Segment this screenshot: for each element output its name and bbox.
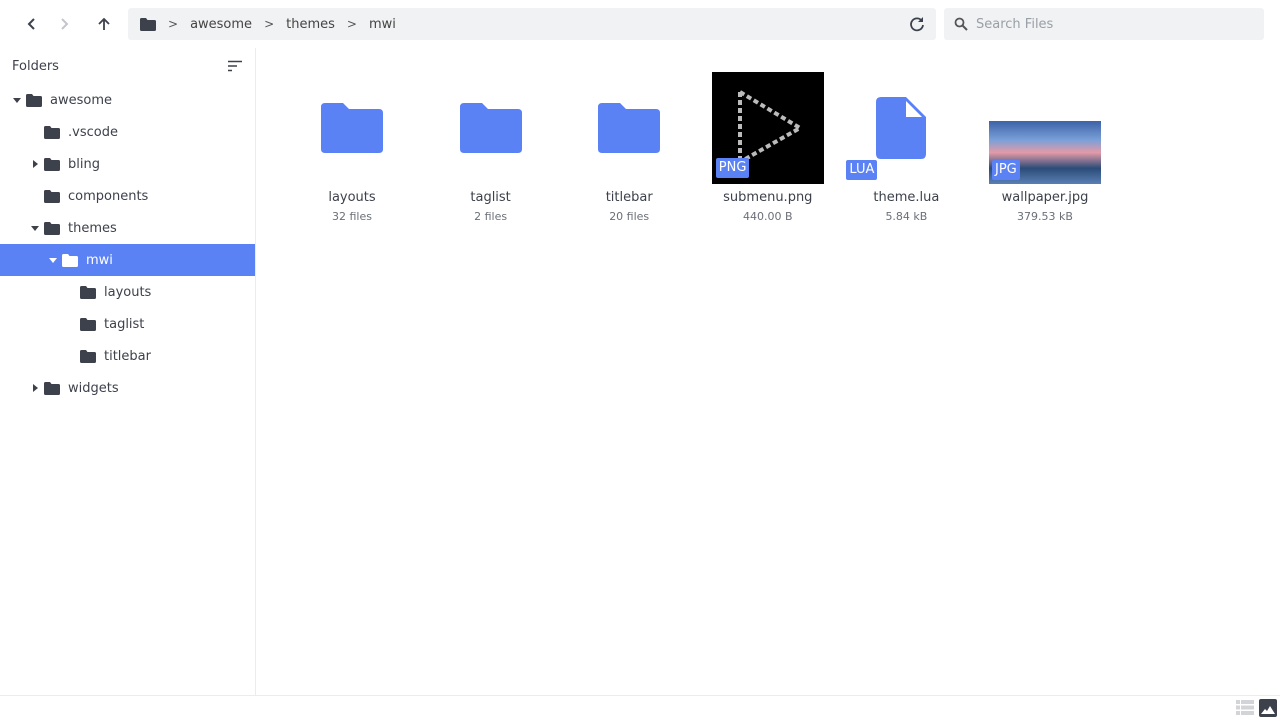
tree-item-label: layouts [104,284,152,300]
back-button[interactable] [16,8,48,40]
sidebar-title: Folders [12,58,59,74]
file-item[interactable]: taglist 2 files [422,72,560,223]
tree-item[interactable]: themes [0,212,255,244]
caret-down-icon[interactable] [49,257,57,263]
list-view-icon[interactable] [1236,700,1254,715]
file-type-badge: LUA [846,160,878,180]
file-name: submenu.png [723,190,813,205]
tree-item-label: mwi [86,252,113,268]
chevron-right-icon: > [346,16,357,31]
file-item[interactable]: LUA theme.lua 5.84 kB [837,72,975,223]
file-name: layouts [328,190,376,205]
tree-item[interactable]: bling [0,148,255,180]
breadcrumb-item[interactable]: mwi [369,17,396,32]
chevron-right-icon: > [264,16,275,31]
file-item[interactable]: titlebar 20 files [560,72,698,223]
chevron-right-icon [61,18,69,30]
tree-item[interactable]: layouts [0,276,255,308]
file-grid: layouts 32 files taglist 2 files titlebar 20 … [256,48,1280,695]
folder-icon [80,349,96,363]
forward-button[interactable] [48,8,80,40]
tree-item-label: bling [68,156,100,172]
file-type-badge: PNG [715,158,750,178]
chevron-left-icon [27,18,35,30]
tree-item[interactable]: widgets [0,372,255,404]
search-input[interactable] [976,16,1256,32]
tree-item[interactable]: components [0,180,255,212]
folder-icon [80,285,96,299]
image-thumbnail: JPG [989,121,1101,184]
tree-item-label: components [68,188,149,204]
caret-down-icon[interactable] [31,225,39,231]
folder-icon[interactable] [140,17,156,31]
file-name: titlebar [605,190,653,205]
folder-icon [459,103,522,153]
refresh-icon[interactable] [908,15,926,33]
folder-icon [26,93,42,107]
file-item[interactable]: JPG wallpaper.jpg 379.53 kB [976,72,1114,223]
file-info: 5.84 kB [885,210,928,223]
tree-item[interactable]: titlebar [0,340,255,372]
tree-item[interactable]: taglist [0,308,255,340]
file-item[interactable]: PNG submenu.png 440.00 B [699,72,837,223]
file-name: taglist [470,190,511,205]
file-info: 379.53 kB [1017,210,1073,223]
sort-icon[interactable] [227,60,243,72]
file-info: 20 files [609,210,650,223]
folder-icon [321,103,383,153]
toolbar: > awesome > themes > mwi [0,0,1280,48]
file-name: theme.lua [873,190,940,205]
file-type-badge: JPG [992,160,1020,180]
folder-icon [80,317,96,331]
status-bar [0,695,1280,720]
chevron-right-icon: > [168,16,179,31]
caret-right-icon[interactable] [32,384,38,392]
breadcrumb-item[interactable]: awesome [190,17,252,32]
file-item[interactable]: layouts 32 files [283,72,421,223]
tree-item-label: titlebar [104,348,151,364]
search-field[interactable] [944,8,1264,40]
grid-view-icon[interactable] [1259,699,1277,717]
tree-item-label: .vscode [68,124,118,140]
caret-right-icon[interactable] [32,160,38,168]
caret-down-icon[interactable] [13,97,21,103]
up-button[interactable] [88,8,120,40]
folder-icon [44,221,60,235]
arrow-up-icon [98,17,110,30]
tree-item[interactable]: awesome [0,84,255,116]
folder-icon [598,103,661,153]
search-icon [954,17,968,31]
folder-icon [44,125,60,139]
folder-icon [44,381,60,395]
file-info: 2 files [474,210,508,223]
breadcrumb-item[interactable]: themes [286,17,335,32]
file-name: wallpaper.jpg [1001,190,1089,205]
file-info: 32 files [332,210,372,223]
tree-item-label: awesome [50,92,112,108]
tree-item-label: themes [68,220,117,236]
folder-sidebar: Folders awesome .vscode bling components the… [0,48,256,695]
tree-item-label: widgets [68,380,119,396]
folder-icon [44,157,60,171]
tree-item[interactable]: mwi [0,244,255,276]
folder-icon [44,189,60,203]
file-icon [876,97,927,159]
file-info: 440.00 B [743,210,793,223]
tree-item-label: taglist [104,316,145,332]
tree-item[interactable]: .vscode [0,116,255,148]
image-thumbnail: PNG [711,72,824,184]
folder-icon [62,253,78,267]
breadcrumb: > awesome > themes > mwi [128,8,936,40]
